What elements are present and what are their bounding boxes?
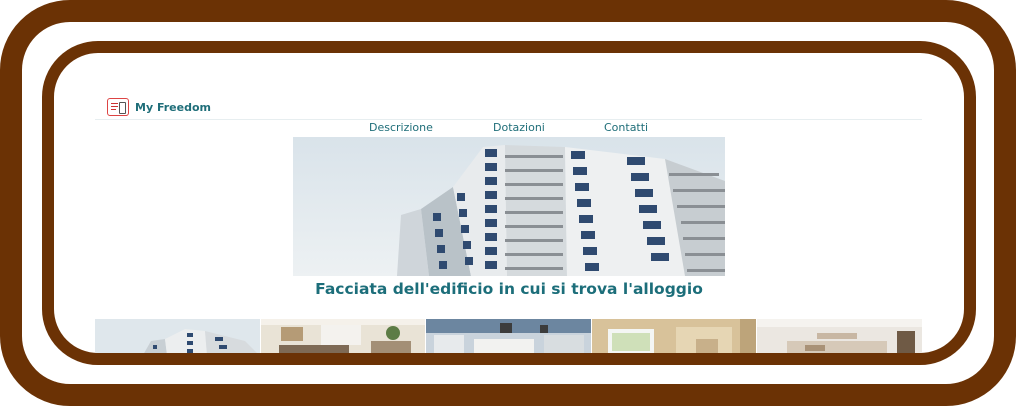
thumbnail-kitchen[interactable] (426, 319, 592, 353)
main-nav: Descrizione Dotazioni Contatti (95, 121, 922, 137)
thumbnail-building[interactable] (95, 319, 261, 353)
hero-image (293, 137, 725, 276)
brand[interactable]: My Freedom (107, 97, 211, 117)
thumbnail-gallery (95, 319, 922, 353)
brand-name: My Freedom (135, 100, 211, 114)
thumbnail-living-room[interactable] (260, 319, 427, 353)
nav-contatti[interactable]: Contatti (604, 121, 648, 134)
building-photo (293, 137, 725, 276)
thumbnail-bathroom[interactable] (591, 319, 758, 353)
nav-descrizione[interactable]: Descrizione (369, 121, 433, 134)
logo-icon (107, 98, 129, 116)
hero-caption: Facciata dell'edificio in cui si trova l… (315, 280, 703, 298)
header-divider (95, 119, 922, 120)
website: My Freedom Descrizione Dotazioni Contatt… (95, 87, 922, 353)
thumbnail-bedroom[interactable] (757, 319, 922, 353)
inner-frame: My Freedom Descrizione Dotazioni Contatt… (42, 41, 976, 365)
nav-dotazioni[interactable]: Dotazioni (493, 121, 545, 134)
